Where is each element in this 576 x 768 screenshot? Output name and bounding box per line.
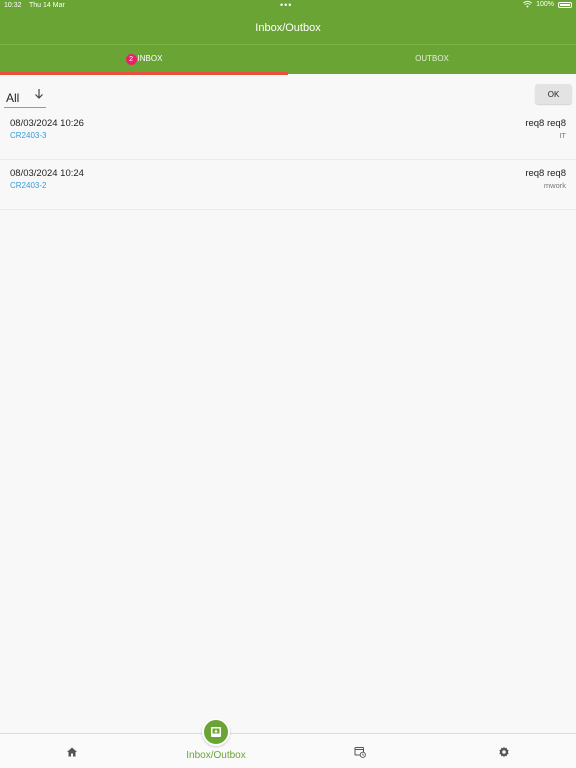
item-user: req8 req8 [525, 118, 566, 129]
bottom-nav: Inbox/Outbox [0, 718, 576, 768]
item-date: 08/03/2024 10:26 [10, 118, 84, 129]
battery-percent: 100% [536, 1, 554, 8]
inbox-count-badge: 2 [125, 53, 137, 65]
tab-inbox-label: INBOX [137, 54, 163, 63]
tab-bar: 2 INBOX OUTBOX [0, 44, 576, 75]
filter-value: All [6, 91, 20, 105]
app-header: Inbox/Outbox [0, 12, 576, 44]
item-ref-link[interactable]: CR2403-3 [10, 131, 46, 140]
status-date: Thu 14 Mar [29, 2, 65, 9]
tab-outbox[interactable]: OUTBOX [288, 45, 576, 75]
home-icon [67, 747, 77, 757]
nav-inbox-label: Inbox/Outbox [186, 750, 246, 761]
inbox-icon [211, 727, 221, 737]
list-item[interactable]: 08/03/2024 10:24 CR2403-2 req8 req8 mwor… [0, 160, 576, 210]
filter-dropdown[interactable]: All [4, 86, 46, 108]
battery-icon [558, 1, 572, 8]
page-title: Inbox/Outbox [255, 22, 321, 34]
tab-inbox[interactable]: 2 INBOX [0, 45, 288, 75]
wifi-icon [523, 1, 533, 8]
item-user: req8 req8 [525, 168, 566, 179]
gear-icon [499, 746, 509, 758]
nav-settings[interactable] [432, 734, 576, 768]
status-right: 100% [523, 1, 572, 8]
multitask-dots[interactable]: ••• [280, 0, 292, 10]
status-bar: 10:32 Thu 14 Mar ••• 100% [0, 0, 576, 12]
list-item[interactable]: 08/03/2024 10:26 CR2403-3 req8 req8 IT [0, 110, 576, 160]
message-list: 08/03/2024 10:26 CR2403-3 req8 req8 IT 0… [0, 110, 576, 210]
item-ref-link[interactable]: CR2403-2 [10, 181, 46, 190]
ok-button[interactable]: OK [535, 84, 572, 104]
status-time: 10:32 [4, 2, 22, 9]
item-department: mwork [543, 181, 566, 190]
arrow-down-icon [35, 89, 43, 99]
nav-home[interactable] [0, 734, 144, 768]
nav-inbox-fab[interactable] [202, 718, 230, 746]
history-icon [354, 747, 366, 758]
nav-inbox-outbox[interactable]: Inbox/Outbox [144, 718, 288, 768]
tab-outbox-label: OUTBOX [415, 54, 449, 63]
tab-active-indicator [0, 72, 288, 75]
nav-history[interactable] [288, 734, 432, 768]
item-department: IT [559, 131, 566, 140]
item-date: 08/03/2024 10:24 [10, 168, 84, 179]
